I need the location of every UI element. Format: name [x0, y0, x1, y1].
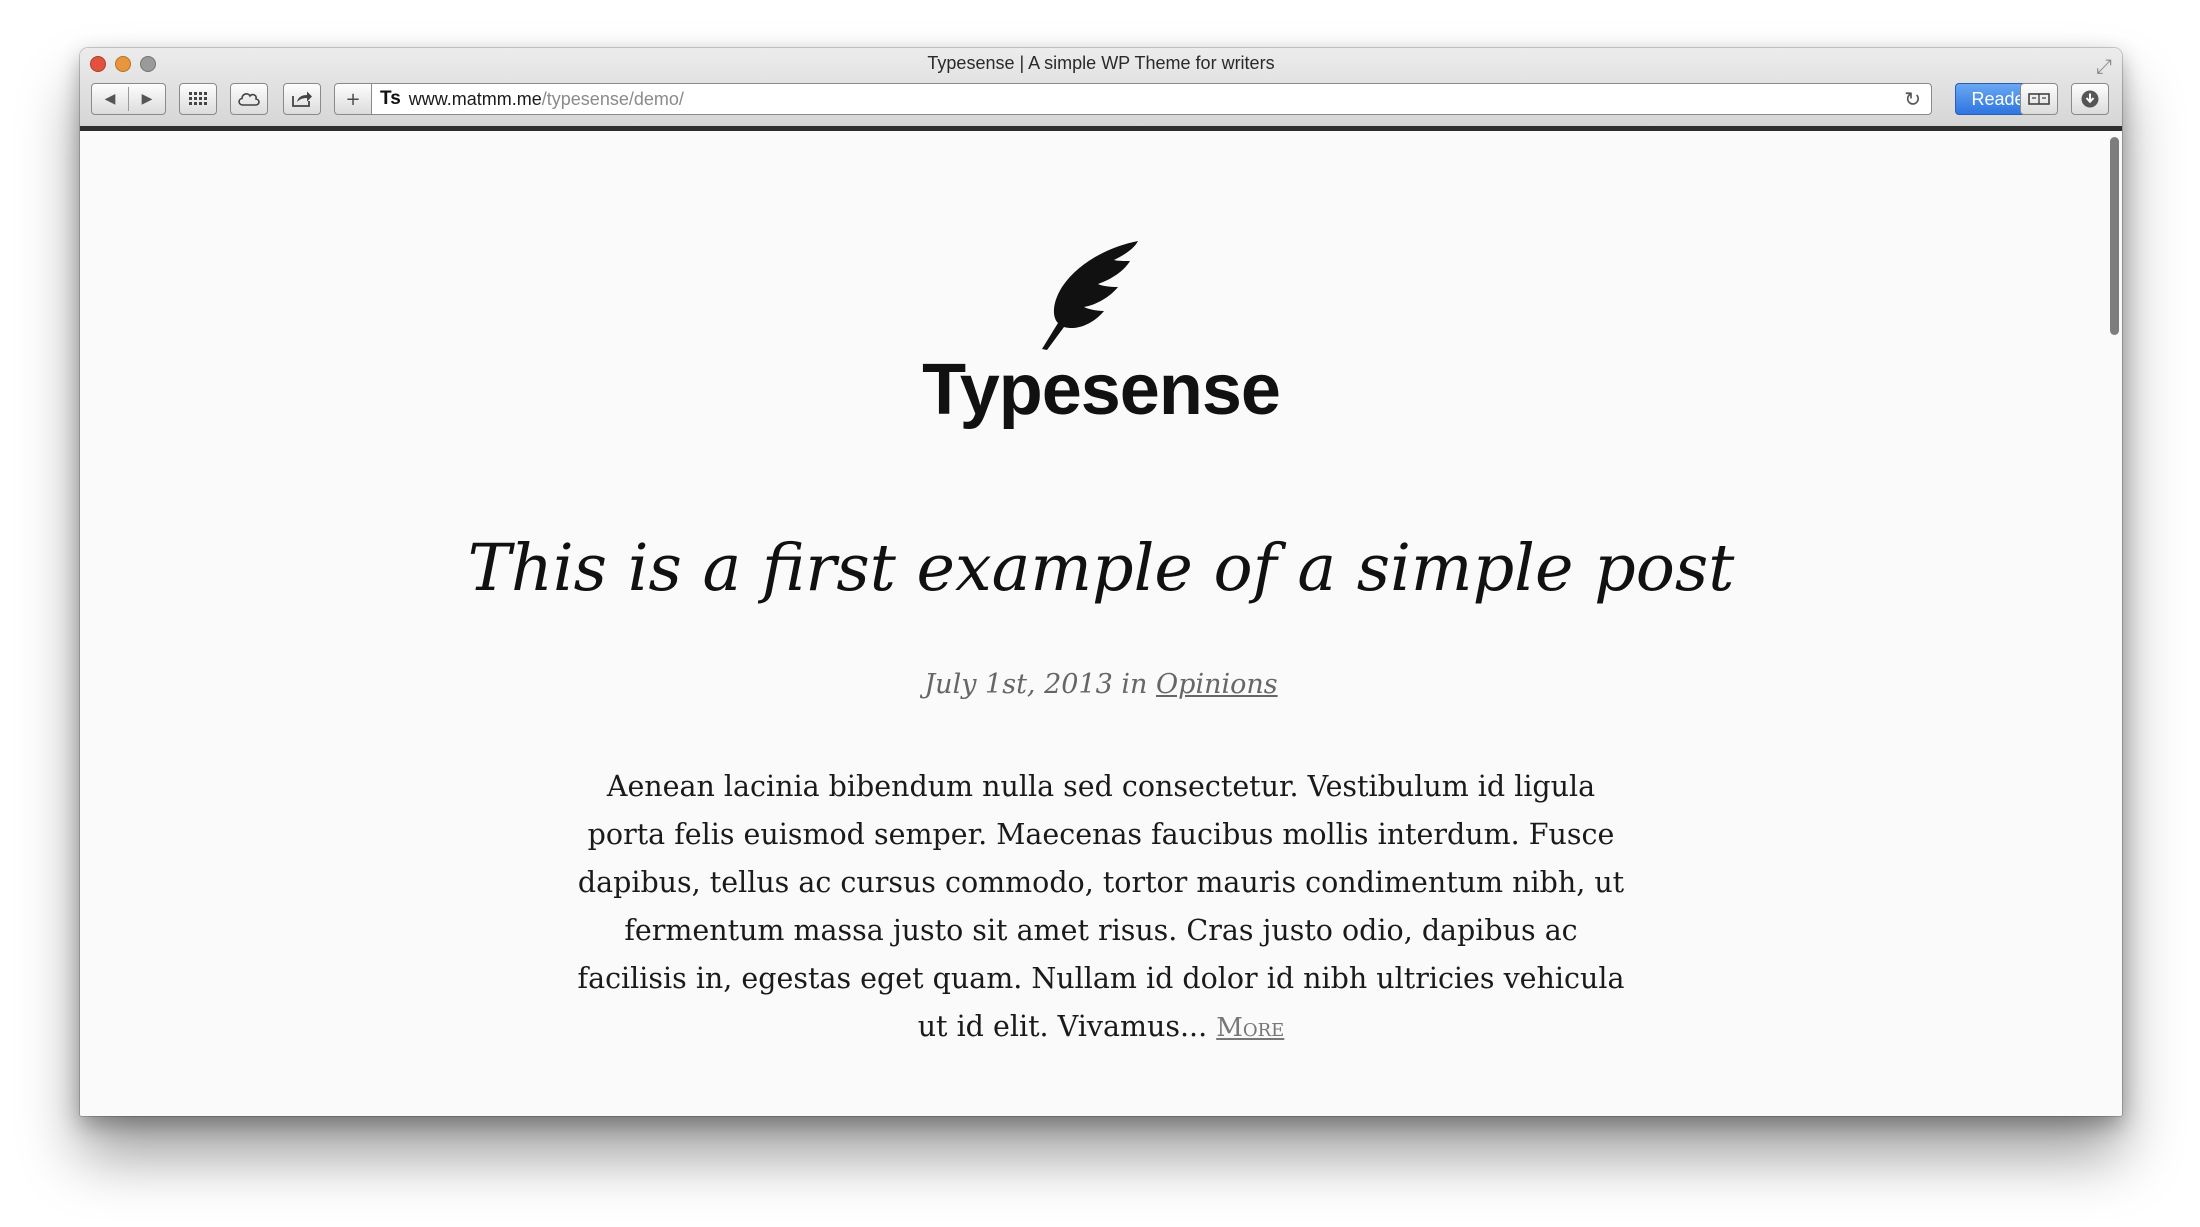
reading-list-button[interactable] [2020, 83, 2058, 115]
back-arrow-icon[interactable]: ◀ [92, 91, 128, 107]
fullscreen-icon[interactable]: ⤢ [2096, 54, 2112, 78]
category-link[interactable]: Opinions [1156, 669, 1278, 700]
icloud-tabs-button[interactable] [230, 83, 268, 115]
forward-arrow-icon[interactable]: ▶ [129, 91, 165, 107]
post-date: July 1st, 2013 [924, 669, 1113, 700]
share-button[interactable] [283, 83, 321, 115]
grid-icon [189, 92, 207, 105]
site-favicon: Ts [380, 88, 401, 109]
share-icon [292, 91, 312, 107]
read-more-link[interactable]: More [1216, 1013, 1284, 1043]
browser-window: Typesense | A simple WP Theme for writer… [80, 48, 2122, 1116]
download-icon [2081, 90, 2099, 108]
cloud-icon [238, 93, 260, 106]
page-content: Typesense This is a first example of a s… [80, 131, 2122, 1116]
post-meta: July 1st, 2013 in Opinions [80, 669, 2122, 700]
url-host: www.matmm.me [408, 88, 542, 109]
url-path: /typesense/demo/ [541, 88, 684, 109]
feather-icon [1042, 241, 1138, 350]
top-sites-button[interactable] [179, 83, 217, 115]
new-tab-button[interactable]: + [334, 83, 372, 115]
glasses-icon [2028, 93, 2050, 105]
site-title[interactable]: Typesense [80, 349, 2122, 431]
window-title: Typesense | A simple WP Theme for writer… [927, 53, 1275, 73]
downloads-button[interactable] [2071, 83, 2109, 115]
post-excerpt-text: Aenean lacinia bibendum nulla sed consec… [577, 770, 1625, 1043]
post-excerpt: Aenean lacinia bibendum nulla sed consec… [576, 763, 1626, 1052]
reload-icon[interactable]: ↻ [1904, 87, 1921, 112]
back-forward-buttons: ◀ ▶ [91, 83, 166, 115]
vertical-scrollbar[interactable] [2110, 137, 2119, 335]
address-bar[interactable]: Ts www.matmm.me/typesense/demo/ ↻ [371, 83, 1932, 115]
post-meta-in: in [1121, 669, 1148, 700]
browser-toolbar: Typesense | A simple WP Theme for writer… [80, 48, 2122, 131]
post-title[interactable]: This is a first example of a simple post [80, 531, 2122, 606]
plus-icon: + [345, 88, 361, 110]
